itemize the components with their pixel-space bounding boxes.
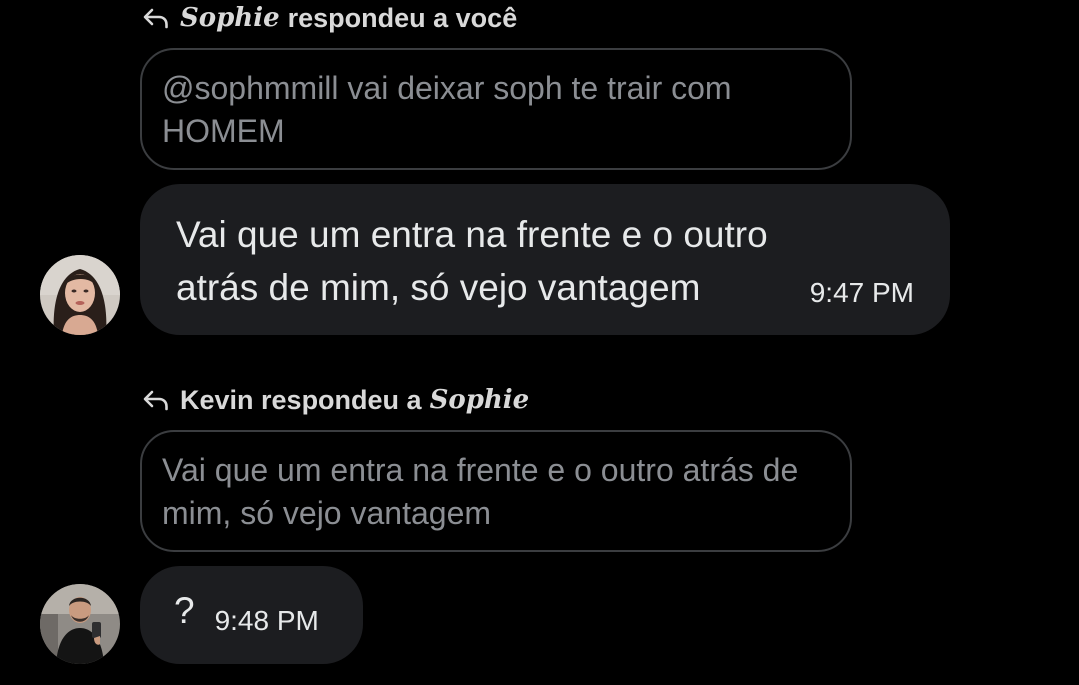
message-timestamp: 9:48 PM bbox=[214, 605, 319, 636]
message-bubble[interactable]: Vai que um entra na frente e o outro atr… bbox=[140, 184, 950, 335]
quoted-message-text: @sophmmill vai deixar soph te trair com … bbox=[162, 70, 732, 149]
quoted-message[interactable]: Vai que um entra na frente e o outro atr… bbox=[140, 430, 852, 552]
reply-header-kevin: Kevin respondeu a Sophie bbox=[142, 384, 529, 416]
message-text: ? bbox=[174, 590, 195, 631]
message-timestamp: 9:47 PM bbox=[809, 277, 914, 308]
kevin-avatar[interactable] bbox=[40, 584, 120, 664]
sophie-avatar[interactable] bbox=[40, 255, 120, 335]
reply-arrow-icon bbox=[142, 6, 170, 30]
quoted-message-text: Vai que um entra na frente e o outro atr… bbox=[162, 452, 799, 531]
reply-header-name[interactable]: Sophie bbox=[430, 385, 530, 415]
message-bubble[interactable]: ? 9:48 PM bbox=[140, 566, 363, 664]
quoted-message[interactable]: @sophmmill vai deixar soph te trair com … bbox=[140, 48, 852, 170]
message-text: Vai que um entra na frente e o outro atr… bbox=[176, 214, 768, 308]
reply-header-sophie: Sophie respondeu a você bbox=[142, 2, 517, 34]
reply-header-text: respondeu a você bbox=[287, 2, 518, 33]
reply-header-name[interactable]: Sophie bbox=[180, 3, 280, 33]
reply-header-text: Kevin respondeu a bbox=[180, 384, 422, 415]
reply-arrow-icon bbox=[142, 388, 170, 412]
